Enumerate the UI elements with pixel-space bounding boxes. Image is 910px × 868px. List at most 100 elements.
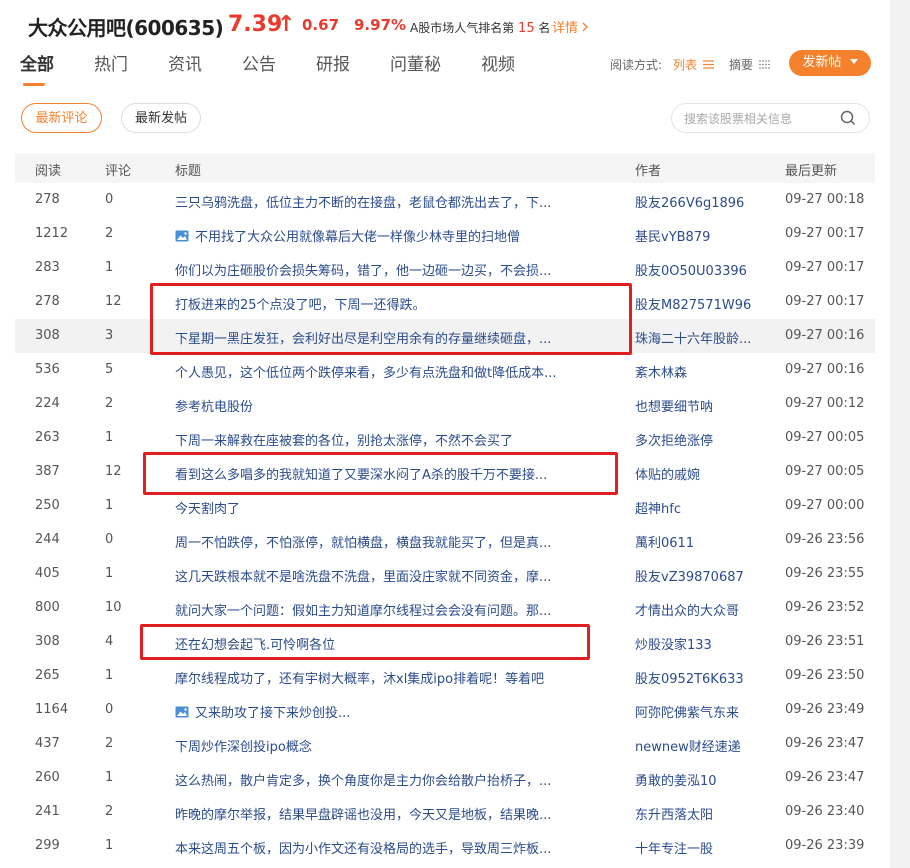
tab-ask-secretary[interactable]: 问董秘 (390, 50, 441, 75)
detail-label: 详情 (552, 21, 579, 36)
author-link[interactable]: 股友vZ39870687 (635, 566, 770, 585)
comment-count: 1 (105, 668, 114, 683)
search-icon[interactable] (840, 110, 856, 126)
update-time: 09-27 00:05 (785, 430, 865, 445)
tab-video[interactable]: 视频 (481, 50, 515, 75)
update-time: 09-26 23:52 (785, 600, 865, 615)
update-time: 09-26 23:49 (785, 702, 865, 717)
author-link[interactable]: 股友0952T6K633 (635, 668, 770, 687)
comment-count: 0 (105, 702, 114, 717)
author-link[interactable]: newnew财经速递 (635, 736, 770, 755)
author-link[interactable]: 股友M827571W96 (635, 294, 770, 313)
post-title-link[interactable]: 就问大家一个问题：假如主力知道摩尔线程过会会没有问题。那... (175, 600, 613, 619)
post-title-link[interactable]: 今天割肉了 (175, 498, 613, 517)
read-count: 250 (35, 498, 60, 513)
author-link[interactable]: 股友266V6g1896 (635, 192, 770, 211)
table-row: 250 1 今天割肉了 超神hfc 09-27 00:00 (15, 489, 875, 523)
comment-count: 1 (105, 770, 114, 785)
post-title-link[interactable]: 打板进来的25个点没了吧，下周一还得跌。 (175, 294, 613, 313)
tab-announcements[interactable]: 公告 (242, 50, 276, 75)
author-link[interactable]: 基民vYB879 (635, 226, 770, 245)
post-title-link[interactable]: 本来这周五个板，因为小作文还有没格局的选手，导致周三炸板... (175, 838, 613, 857)
table-row: 224 2 参考杭电股份 也想要细节呐 09-27 00:12 (15, 387, 875, 421)
author-link[interactable]: 才情出众的大众哥 (635, 600, 770, 619)
tab-hot[interactable]: 热门 (94, 50, 128, 75)
update-time: 09-26 23:51 (785, 634, 865, 649)
table-header: 阅读 评论 标题 作者 最后更新 (15, 153, 875, 183)
read-mode-summary[interactable]: 摘要 (729, 56, 770, 73)
post-title-text: 又来助攻了接下来炒创投... (195, 706, 351, 721)
filter-latest-post[interactable]: 最新发帖 (121, 103, 201, 133)
post-title-link[interactable]: 昨晚的摩尔举报，结果早盘辟谣也没用，今天又是地板，结果晚... (175, 804, 613, 823)
author-link[interactable]: 东升西落太阳 (635, 804, 770, 823)
tab-all[interactable]: 全部 (20, 50, 54, 75)
post-title-link[interactable]: 这几天跌根本就不是啥洗盘不洗盘，里面没庄家就不同资金，摩... (175, 566, 613, 585)
read-count: 283 (35, 260, 60, 275)
author-link[interactable]: 紊木林森 (635, 362, 770, 381)
read-count: 260 (35, 770, 60, 785)
table-row: 299 1 本来这周五个板，因为小作文还有没格局的选手，导致周三炸板... 十年… (15, 829, 875, 863)
post-title-link[interactable]: 下周炒作深创投ipo概念 (175, 736, 613, 755)
author-link[interactable]: 萬利0611 (635, 532, 770, 551)
comment-count: 10 (105, 600, 122, 615)
read-count: 437 (35, 736, 60, 751)
tab-news[interactable]: 资讯 (168, 50, 202, 75)
comment-count: 1 (105, 498, 114, 513)
table-row: 283 1 你们以为庄砸股价会损失筹码，错了，他一边砸一边买，不会损... 股友… (15, 251, 875, 285)
post-title-link[interactable]: 参考杭电股份 (175, 396, 613, 415)
read-count: 265 (35, 668, 60, 683)
comment-count: 1 (105, 260, 114, 275)
author-link[interactable]: 也想要细节呐 (635, 396, 770, 415)
read-count: 800 (35, 600, 60, 615)
update-time: 09-27 00:17 (785, 260, 865, 275)
read-mode-list[interactable]: 列表 (673, 56, 714, 73)
author-link[interactable]: 炒股没家133 (635, 634, 770, 653)
filter-latest-comment[interactable]: 最新评论 (21, 103, 102, 133)
tab-research[interactable]: 研报 (316, 50, 350, 75)
header-author: 作者 (635, 164, 662, 179)
author-link[interactable]: 珠海二十六年股龄... (635, 328, 770, 347)
post-title-link[interactable]: 个人愚见，这个低位两个跌停来看，多少有点洗盘和做t降低成本... (175, 362, 613, 381)
table-row: 1164 0 又来助攻了接下来炒创投... 阿弥陀佛紫气东来 09-26 23:… (15, 693, 875, 727)
author-link[interactable]: 阿弥陀佛紫气东来 (635, 702, 770, 721)
read-count: 263 (35, 430, 60, 445)
table-row: 1212 2 不用找了大众公用就像幕后大佬一样像少林寺里的扫地僧 基民vYB87… (15, 217, 875, 251)
list-icon (702, 60, 714, 69)
author-link[interactable]: 股友0O50U03396 (635, 260, 770, 279)
post-title-link[interactable]: 你们以为庄砸股价会损失筹码，错了，他一边砸一边买，不会损... (175, 260, 613, 279)
author-link[interactable]: 体贴的戚婉 (635, 464, 770, 483)
author-link[interactable]: 多次拒绝涨停 (635, 430, 770, 449)
stock-search (671, 103, 870, 133)
update-time: 09-26 23:56 (785, 532, 865, 547)
post-title-link[interactable]: 还在幻想会起飞.可怜啊各位 (175, 634, 613, 653)
comment-count: 5 (105, 362, 114, 377)
detail-link[interactable]: 详情 (552, 17, 589, 36)
header-comment: 评论 (105, 164, 132, 179)
comment-count: 1 (105, 430, 114, 445)
post-title-link[interactable]: 这么热闹，散户肯定多，换个角度你是主力你会给散户抬桥子，... (175, 770, 613, 789)
update-time: 09-27 00:00 (785, 498, 865, 513)
comment-count: 3 (105, 328, 114, 343)
read-count: 1164 (35, 702, 69, 717)
search-input[interactable] (682, 109, 836, 129)
table-row: 241 2 昨晚的摩尔举报，结果早盘辟谣也没用，今天又是地板，结果晚... 东升… (15, 795, 875, 829)
read-mode-label: 阅读方式: (610, 58, 663, 72)
author-link[interactable]: 超神hfc (635, 498, 770, 517)
new-post-button[interactable]: 发新帖 (789, 50, 871, 76)
update-time: 09-27 00:12 (785, 396, 865, 411)
post-title-link[interactable]: 又来助攻了接下来炒创投... (175, 702, 613, 721)
post-title-link[interactable]: 看到这么多唱多的我就知道了又要深水闷了A杀的股千万不要接... (175, 464, 613, 483)
post-title-link[interactable]: 下星期一黑庄发狂，会利好出尽是利空用余有的存量继续砸盘，... (175, 328, 613, 347)
author-link[interactable]: 十年专注一股 (635, 838, 770, 857)
table-row: 387 12 看到这么多唱多的我就知道了又要深水闷了A杀的股千万不要接... 体… (15, 455, 875, 489)
read-count: 308 (35, 634, 60, 649)
post-title-link[interactable]: 摩尔线程成功了，还有宇树大概率，沐xl集成ipo排着呢！等着吧 (175, 668, 613, 687)
post-title-link[interactable]: 周一不怕跌停，不怕涨停，就怕横盘，横盘我就能买了，但是真... (175, 532, 613, 551)
post-title-link[interactable]: 不用找了大众公用就像幕后大佬一样像少林寺里的扫地僧 (175, 226, 613, 245)
post-title-link[interactable]: 下周一来解救在座被套的各位，别抢太涨停，不然不会买了 (175, 430, 613, 449)
author-link[interactable]: 勇敢的姜泓10 (635, 770, 770, 789)
update-time: 09-27 00:16 (785, 362, 865, 377)
post-title-link[interactable]: 三只乌鸦洗盘，低位主力不断的在接盘，老鼠仓都洗出去了，下... (175, 192, 613, 211)
summary-mode-label: 摘要 (729, 58, 754, 72)
up-arrow-icon: ↑ (277, 12, 296, 37)
